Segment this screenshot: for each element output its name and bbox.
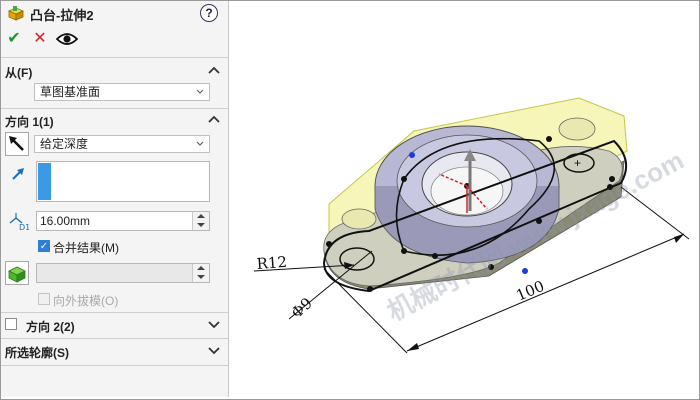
draft-outward-label: 向外拔模(O)	[53, 294, 119, 308]
divider	[1, 108, 228, 109]
selected-contours-header[interactable]: 所选轮廓(S)	[5, 344, 69, 362]
help-button[interactable]: ?	[200, 4, 218, 22]
chevron-down-icon	[196, 141, 204, 146]
chevron-up-icon[interactable]	[208, 114, 220, 124]
end-condition-value: 给定深度	[40, 137, 89, 151]
direction1-section-header[interactable]: 方向 1(1)	[5, 113, 54, 131]
draft-angle-spinner[interactable]	[192, 264, 209, 282]
corner-boss-right	[558, 117, 596, 141]
direction2-checkbox[interactable]	[5, 318, 17, 330]
diameter-dimension[interactable]: Φ9	[288, 294, 316, 322]
divider	[1, 57, 228, 58]
draft-angle-input[interactable]	[36, 263, 210, 283]
depth-spinner[interactable]	[192, 212, 209, 230]
chevron-up-icon[interactable]	[208, 65, 220, 75]
radius-dimension[interactable]: R12	[256, 253, 288, 273]
divider	[1, 312, 228, 313]
from-section-header[interactable]: 从(F)	[5, 64, 32, 82]
property-manager-panel: 凸台-拉伸2 ? ✔ ✕ 从(F) 草图基准面 方向 1(1) 给定深度 D1 …	[1, 1, 229, 397]
draft-button[interactable]	[5, 261, 29, 285]
blue-point	[522, 268, 528, 274]
extrude-boss-icon	[7, 6, 25, 21]
draft-icon	[8, 266, 26, 283]
blue-point	[409, 152, 415, 158]
reverse-direction-icon	[9, 136, 24, 151]
cancel-x-icon[interactable]: ✕	[30, 29, 50, 49]
reverse-direction-button[interactable]	[5, 132, 29, 156]
center-mark: +	[574, 156, 581, 170]
dim-arrow	[407, 343, 419, 351]
from-select[interactable]: 草图基准面	[34, 83, 210, 101]
direction-reference-list[interactable]	[36, 161, 210, 202]
end-condition-select[interactable]: 给定深度	[34, 135, 210, 153]
dim-arrow	[674, 234, 684, 243]
direction2-section-header[interactable]: 方向 2(2)	[26, 318, 75, 336]
merge-result-label: 合并结果(M)	[53, 241, 119, 255]
depth-value: 16.00mm	[40, 214, 91, 228]
preview-eye-icon[interactable]	[56, 31, 78, 47]
feature-title: 凸台-拉伸2	[30, 8, 94, 23]
ok-check-icon[interactable]: ✔	[4, 29, 24, 49]
direction-vector-icon	[12, 168, 24, 180]
divider	[1, 338, 228, 339]
svg-text:D1: D1	[19, 223, 29, 231]
corner-boss-left	[341, 208, 377, 230]
confirm-toolbar: ✔ ✕	[1, 29, 228, 51]
depth-dimension-icon: D1	[9, 213, 29, 231]
from-select-value: 草图基准面	[40, 85, 101, 99]
chevron-down-icon[interactable]	[208, 346, 220, 356]
length-dimension[interactable]: 100	[514, 277, 547, 305]
list-selection-highlight	[38, 163, 51, 200]
chevron-down-icon[interactable]	[208, 320, 220, 330]
chevron-down-icon	[196, 89, 204, 94]
graphics-viewport[interactable]: + R12 Φ9 100 机械时代网 www.jxage.com	[229, 1, 698, 397]
depth-input[interactable]: 16.00mm	[36, 211, 210, 231]
draft-outward-checkbox[interactable]	[38, 293, 50, 305]
divider	[1, 365, 228, 366]
panel-titlebar: 凸台-拉伸2 ?	[1, 1, 228, 25]
merge-result-checkbox[interactable]: ✓	[38, 240, 50, 252]
